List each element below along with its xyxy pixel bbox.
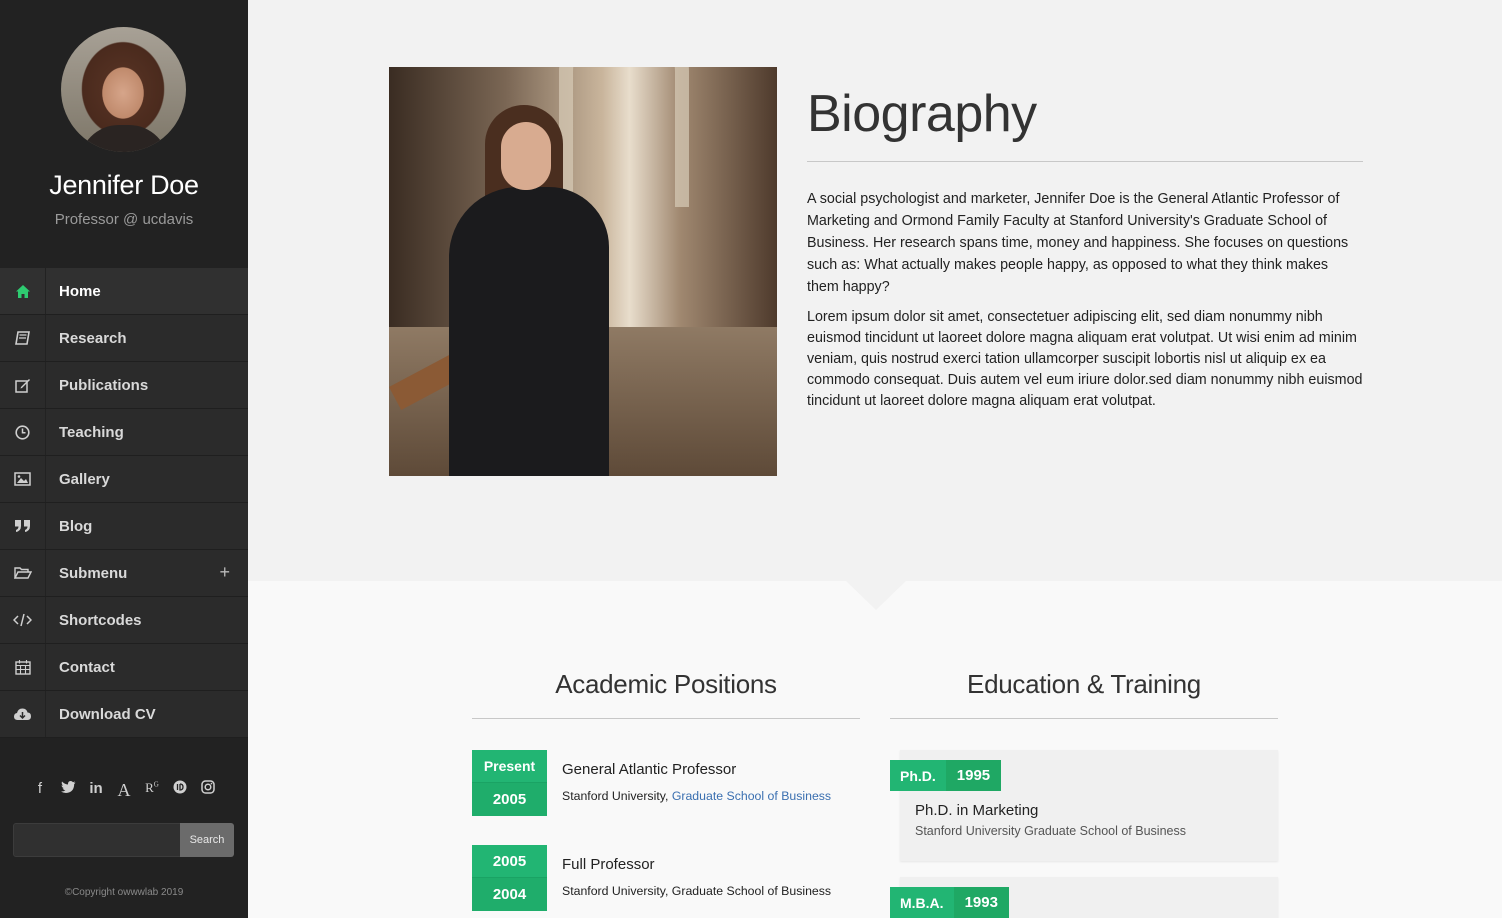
main-nav: Home Research Publications Teaching Gall… [0, 268, 248, 738]
researchgate-icon[interactable]: RG [143, 780, 161, 801]
nav-label: Download CV [59, 705, 156, 723]
biography-paragraph: Lorem ipsum dolor sit amet, consectetuer… [807, 309, 1363, 409]
education-title-text: Ph.D. in Marketing [915, 802, 1039, 819]
nav-item-blog[interactable]: Blog [0, 503, 248, 550]
nav-item-teaching[interactable]: Teaching [0, 409, 248, 456]
degree-year: 1993 [953, 887, 1009, 918]
nav-item-shortcodes[interactable]: Shortcodes [0, 597, 248, 644]
biography-title: Biography [807, 85, 1037, 143]
position-org: Stanford University, Graduate School of … [562, 789, 831, 803]
social-links: f in A RG [0, 780, 248, 801]
biography-photo [389, 67, 777, 476]
education-item: M.B.A. 1993 [890, 877, 1278, 918]
education-org: Stanford University Graduate School of B… [915, 824, 1186, 838]
nav-item-research[interactable]: Research [0, 315, 248, 362]
degree-year: 1995 [945, 760, 1002, 791]
academia-icon[interactable]: A [115, 780, 133, 801]
nav-label: Publications [59, 376, 149, 394]
biography-paragraph: A social psychologist and marketer, Jenn… [807, 191, 1349, 295]
cloud-download-icon [0, 691, 46, 737]
edit-icon [0, 362, 46, 408]
code-icon [0, 597, 46, 643]
folder-open-icon [0, 550, 46, 596]
nav-label: Contact [59, 658, 115, 676]
biography-section: Biography A social psychologist and mark… [248, 0, 1502, 581]
position-item: 2005 2004 Full Professor Stanford Univer… [472, 845, 860, 911]
photo-figure [449, 187, 609, 476]
degree-badge: Ph.D. 1995 [890, 760, 1002, 791]
nav-item-download-cv[interactable]: Download CV [0, 691, 248, 738]
nav-label: Submenu [59, 564, 128, 582]
nav-label: Shortcodes [59, 611, 142, 629]
instagram-icon[interactable] [199, 780, 217, 801]
profile-role: Professor @ ucdavis [54, 211, 194, 228]
home-icon [0, 268, 46, 314]
section-pointer [846, 581, 906, 610]
position-title: General Atlantic Professor [562, 761, 737, 778]
year-from: 2004 [472, 878, 547, 911]
facebook-icon[interactable]: f [31, 780, 49, 801]
position-org-text: Stanford University, [562, 789, 672, 803]
search-button[interactable]: Search [180, 823, 234, 857]
position-org-link[interactable]: Graduate School of Business [672, 789, 831, 803]
year-range: 2005 2004 [472, 845, 547, 911]
year-to: 2005 [472, 845, 547, 878]
clock-icon [0, 409, 46, 455]
position-title: Full Professor [562, 856, 655, 873]
quote-icon [0, 503, 46, 549]
calendar-icon [0, 644, 46, 690]
degree-label: Ph.D. [890, 760, 946, 791]
year-range: Present 2005 [472, 750, 547, 816]
photo-arch [559, 67, 689, 207]
twitter-icon[interactable] [59, 780, 77, 801]
academic-positions-title: Academic Positions [555, 669, 777, 699]
sidebar: Jennifer Doe Professor @ ucdavis Home Re… [0, 0, 248, 918]
nav-item-publications[interactable]: Publications [0, 362, 248, 409]
avatar-shoulders [79, 125, 169, 152]
nav-item-submenu[interactable]: Submenu + [0, 550, 248, 597]
nav-label: Blog [59, 517, 93, 535]
position-item: Present 2005 General Atlantic Professor … [472, 750, 860, 816]
image-icon [0, 456, 46, 502]
nav-label: Gallery [59, 470, 110, 488]
avatar [61, 27, 186, 152]
linkedin-icon[interactable]: in [87, 780, 105, 801]
copyright-text: ©Copyright owwwlab 2019 [64, 887, 184, 898]
positions-education-section: Academic Positions Education & Training … [248, 581, 1502, 918]
ideas-icon[interactable] [171, 780, 189, 801]
degree-label: M.B.A. [890, 887, 954, 918]
nav-label: Home [59, 282, 101, 300]
book-icon [0, 315, 46, 361]
expand-plus-icon[interactable]: + [219, 562, 230, 583]
profile-header: Jennifer Doe Professor @ ucdavis [0, 0, 248, 268]
year-to: Present [472, 750, 547, 783]
education-item: Ph.D. 1995 Ph.D. in Marketing Stanford U… [890, 750, 1278, 861]
degree-badge: M.B.A. 1993 [890, 887, 1009, 918]
education-title: Education & Training [967, 669, 1201, 699]
profile-name: Jennifer Doe [49, 170, 199, 200]
nav-item-gallery[interactable]: Gallery [0, 456, 248, 503]
nav-label: Research [59, 329, 127, 347]
photo-face [501, 122, 551, 190]
nav-item-home[interactable]: Home [0, 268, 248, 315]
column-divider [890, 718, 1278, 719]
year-from: 2005 [472, 783, 547, 816]
position-org: Stanford University, Graduate School of … [562, 884, 832, 898]
column-divider [472, 718, 860, 719]
search-box: Search [13, 823, 234, 857]
nav-item-contact[interactable]: Contact [0, 644, 248, 691]
search-input[interactable] [13, 823, 181, 857]
nav-label: Teaching [59, 423, 124, 441]
title-divider [807, 161, 1363, 162]
